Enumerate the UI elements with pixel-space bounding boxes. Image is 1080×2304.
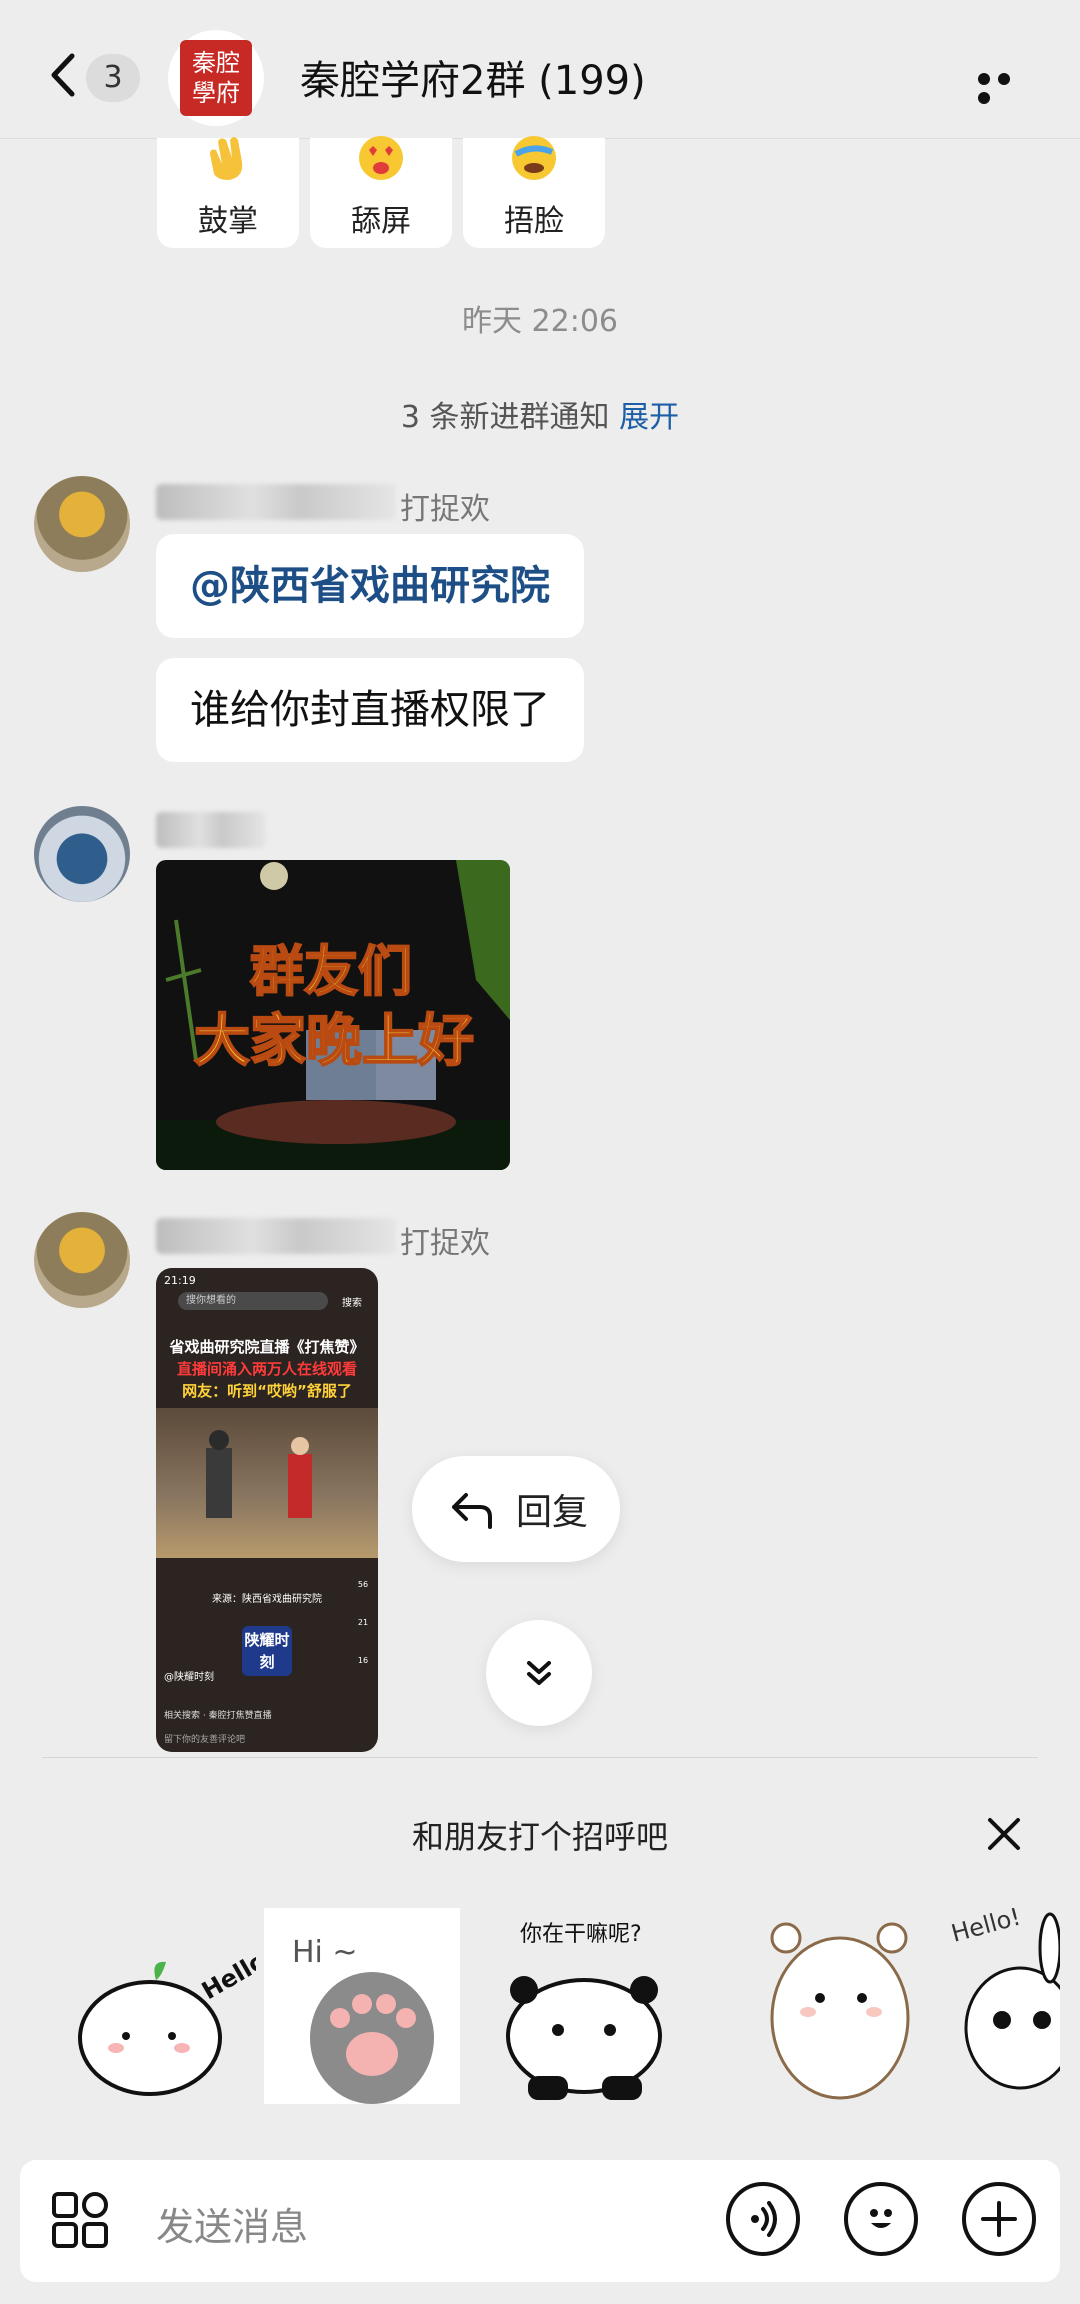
- chat-title: 秦腔学府2群 (199): [300, 58, 646, 104]
- sticker-hello-cat[interactable]: Hello: [60, 1908, 271, 2104]
- smiley-icon: [870, 2209, 892, 2228]
- search-button: 搜索: [342, 1298, 362, 1309]
- expand-link[interactable]: 展开: [619, 400, 679, 435]
- heart-eyes-emoji-icon: [359, 136, 403, 180]
- image-text-line1: 群友们: [250, 940, 412, 1003]
- sender-name-blurred: [156, 1218, 396, 1254]
- reaction-facepalm[interactable]: 捂脸: [463, 136, 605, 248]
- sticker-caption: Hello: [197, 1946, 256, 2005]
- hamster-sticker-icon: [770, 1922, 910, 2100]
- sticker-hi-paw[interactable]: Hi ~: [264, 1908, 460, 2104]
- reaction-label: 捂脸: [504, 204, 564, 239]
- status-time: 21:19: [164, 1274, 196, 1287]
- sticker-caption: Hi ~: [292, 1935, 358, 1970]
- facepalm-emoji-icon: [512, 136, 556, 180]
- stage-video-frame: [156, 1408, 378, 1558]
- sender-name-blurred: [156, 812, 266, 848]
- double-chevron-down-icon: [527, 1661, 551, 1685]
- more-options-icon[interactable]: [978, 70, 1034, 104]
- mention-text[interactable]: @陕西省戏曲研究院: [190, 563, 550, 609]
- join-notice-text: 3 条新进群通知: [400, 400, 620, 435]
- source-caption: 来源：陕西省戏曲研究院: [212, 1594, 322, 1605]
- reply-arrow-icon: [452, 1493, 492, 1529]
- headline-1: 省戏曲研究院直播《打焦赞》: [169, 1338, 365, 1356]
- related-search: 相关搜索 · 秦腔打焦赞直播: [164, 1711, 272, 1721]
- plus-icon: [981, 2201, 1017, 2237]
- back-chevron-icon[interactable]: [44, 50, 84, 100]
- greeting-title: 和朋友打个招呼吧: [411, 1818, 668, 1856]
- account-name: @陕耀时刻: [164, 1672, 214, 1683]
- search-field: 搜你想看的: [178, 1292, 328, 1310]
- sticker-panda[interactable]: 你在干嘛呢?: [488, 1908, 684, 2104]
- sticker-caption: Hello!: [950, 1908, 1024, 1948]
- logo-badge: 陕耀时刻: [242, 1626, 292, 1676]
- sticker-caption: 你在干嘛呢?: [520, 1922, 642, 1947]
- sender-name: 打捉欢: [400, 492, 490, 527]
- paw-sticker-icon: Hi ~: [292, 1935, 434, 2104]
- group-avatar-seal: 秦腔學府: [180, 40, 252, 116]
- message-bubble[interactable]: 谁给你封直播权限了: [156, 658, 584, 762]
- sender-name-blurred: [156, 484, 396, 520]
- favorite-count: 21: [357, 1618, 369, 1627]
- apps-grid-icon[interactable]: [50, 2190, 110, 2250]
- sticker-hello-bunny[interactable]: Hello!: [950, 1908, 1060, 2104]
- sender-avatar[interactable]: [34, 806, 130, 902]
- headline-3: 网友：听到“哎哟”舒服了: [182, 1382, 352, 1400]
- reply-label: 回复: [516, 1492, 589, 1533]
- divider: [42, 1757, 1038, 1758]
- video-screenshot-message[interactable]: 21:19 搜你想看的 搜索 省戏曲研究院直播《打焦赞》 直播间涌入两万人在线观…: [156, 1268, 378, 1752]
- reaction-lick-screen[interactable]: 舔屏: [310, 136, 452, 248]
- message-timestamp: 昨天 22:06: [462, 304, 618, 339]
- sender-name: 打捉欢: [400, 1226, 490, 1261]
- sender-avatar[interactable]: [34, 1212, 130, 1308]
- headline-2: 直播间涌入两万人在线观看: [176, 1360, 357, 1378]
- message-text: 谁给你封直播权限了: [190, 687, 550, 733]
- image-text-line2: 大家晚上好: [194, 1009, 474, 1074]
- reply-button[interactable]: 回复: [412, 1456, 620, 1562]
- cat-sticker-icon: Hello: [78, 1946, 271, 2096]
- clap-emoji-icon: [210, 137, 243, 180]
- sticker-hamster[interactable]: [746, 1908, 942, 2104]
- greeting-image: 群友们 大家晚上好: [156, 860, 510, 1170]
- reaction-label: 鼓掌: [198, 204, 258, 239]
- close-icon[interactable]: [984, 1814, 1024, 1854]
- message-input[interactable]: 发送消息: [156, 2196, 308, 2251]
- reaction-label: 舔屏: [351, 204, 411, 239]
- add-attachment-button[interactable]: [962, 2182, 1036, 2256]
- like-count: 56: [357, 1580, 369, 1589]
- sender-avatar[interactable]: [34, 476, 130, 572]
- emoji-button[interactable]: [844, 2182, 918, 2256]
- bunny-sticker-icon: Hello!: [950, 1908, 1060, 2090]
- reaction-clap[interactable]: 鼓掌: [157, 137, 299, 248]
- voice-wave-icon: [751, 2201, 777, 2237]
- group-avatar[interactable]: 秦腔學府: [168, 30, 264, 126]
- message-bubble[interactable]: @陕西省戏曲研究院: [156, 534, 584, 638]
- join-notice: 3 条新进群通知 展开: [0, 392, 1080, 436]
- share-count: 16: [357, 1656, 369, 1665]
- voice-input-button[interactable]: [726, 2182, 800, 2256]
- scroll-to-bottom-button[interactable]: [486, 1620, 592, 1726]
- group-avatar-text: 秦腔學府: [192, 49, 240, 107]
- image-message[interactable]: 群友们 大家晚上好: [156, 860, 510, 1170]
- comment-placeholder: 留下你的友善评论吧: [164, 1735, 246, 1745]
- unread-count-badge[interactable]: 3: [86, 54, 140, 102]
